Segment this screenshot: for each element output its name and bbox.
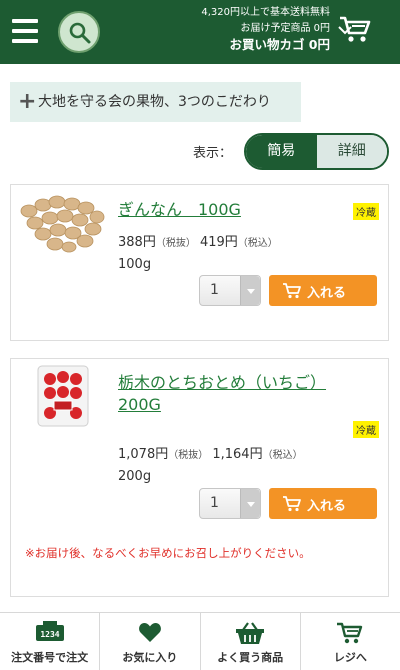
tax-excluded-label: （税抜） [168,450,209,461]
display-mode-toggle: 簡易 詳細 [244,133,389,170]
nav-checkout[interactable]: レジへ [301,613,400,670]
search-icon [69,22,91,44]
price-tax-excluded: 1,078円 [118,447,169,462]
nav-label: お気に入り [122,651,178,664]
kodawari-label: 大地を守る会の果物、3つのこだわり [38,94,271,110]
quantity-select[interactable]: 1 [199,488,261,519]
nav-order-by-number[interactable]: 1234 注文番号で注文 [0,613,101,670]
chevron-down-icon [338,26,352,35]
product-price: 388円（税抜） 419円（税込） [118,231,278,250]
cart-icon [283,283,301,299]
ginkgo-nut-image [20,195,105,253]
price-tax-excluded: 388円 [118,235,156,250]
order-number-icon-text: 1234 [40,630,59,639]
chevron-down-icon [240,276,260,305]
quantity-select[interactable]: 1 [199,275,261,306]
cart-icon [337,622,363,644]
nav-frequent-items[interactable]: よく買う商品 [201,613,301,670]
nav-label: よく買う商品 [217,651,284,664]
site-header: 4,320円以上で基本送料無料 お届け予定商品 0円 お買い物カゴ 0円 [0,0,400,64]
product-card: ぎんなん 100G 冷蔵 388円（税抜） 419円（税込） 100g 1 入れ… [10,184,389,341]
search-button[interactable] [58,11,100,53]
product-name-link[interactable]: 栃木のとちおとめ（いちご） 200G [118,372,326,416]
order-number-icon: 1234 [35,621,64,641]
add-to-cart-button[interactable]: 入れる [269,275,377,306]
add-to-cart-label: 入れる [307,499,347,514]
hamburger-menu-button[interactable] [12,19,38,43]
plus-icon: + [18,89,37,114]
refrigerated-badge: 冷蔵 [353,203,379,220]
hamburger-icon [12,19,38,23]
tax-included-label: （税込） [237,238,278,249]
refrigerated-badge: 冷蔵 [353,421,379,438]
cart-total: お買い物カゴ 0円 [229,37,330,52]
product-card: 栃木のとちおとめ（いちご） 200G 冷蔵 1,078円（税抜） 1,164円（… [10,358,389,597]
quantity-value: 1 [210,282,219,298]
display-label: 表示： [193,146,233,161]
kodawari-banner[interactable]: + 大地を守る会の果物、3つのこだわり [10,82,301,122]
nav-label: レジへ [333,651,367,664]
cart-icon [283,496,301,512]
nav-label: 注文番号で注文 [11,651,89,664]
product-unit: 200g [118,469,152,484]
product-unit: 100g [118,257,152,272]
product-name-line1: 栃木のとちおとめ（いちご） [118,373,327,392]
display-detail-button[interactable]: 詳細 [316,135,387,168]
heart-icon [138,623,161,642]
display-simple-button[interactable]: 簡易 [246,135,317,168]
add-to-cart-label: 入れる [307,286,347,301]
free-shipping-note: 4,320円以上で基本送料無料 [201,7,330,18]
tax-included-label: （税込） [262,450,303,461]
cart-summary: 4,320円以上で基本送料無料 お届け予定商品 0円 お買い物カゴ 0円 [201,6,330,53]
basket-icon [236,622,265,644]
product-name-link[interactable]: ぎんなん 100G [118,199,241,221]
cart-button[interactable] [338,14,390,50]
chevron-down-icon [240,489,260,518]
product-name-line2: 200G [118,395,161,414]
price-tax-included: 419円 [199,235,238,250]
product-price: 1,078円（税抜） 1,164円（税込） [118,443,303,462]
nav-favorites[interactable]: お気に入り [100,613,201,670]
bottom-navigation: 1234 注文番号で注文 お気に入り よく買う商品 レジへ [0,612,400,670]
tax-excluded-label: （税抜） [155,238,196,249]
scheduled-items-total: お届け予定商品 0円 [240,23,330,34]
price-tax-included: 1,164円 [212,447,263,462]
strawberry-pack-image [37,365,89,427]
add-to-cart-button[interactable]: 入れる [269,488,377,519]
consumption-notice: ※お届け後、なるべくお早めにお召し上がりください。 [25,546,311,560]
quantity-value: 1 [210,495,219,511]
